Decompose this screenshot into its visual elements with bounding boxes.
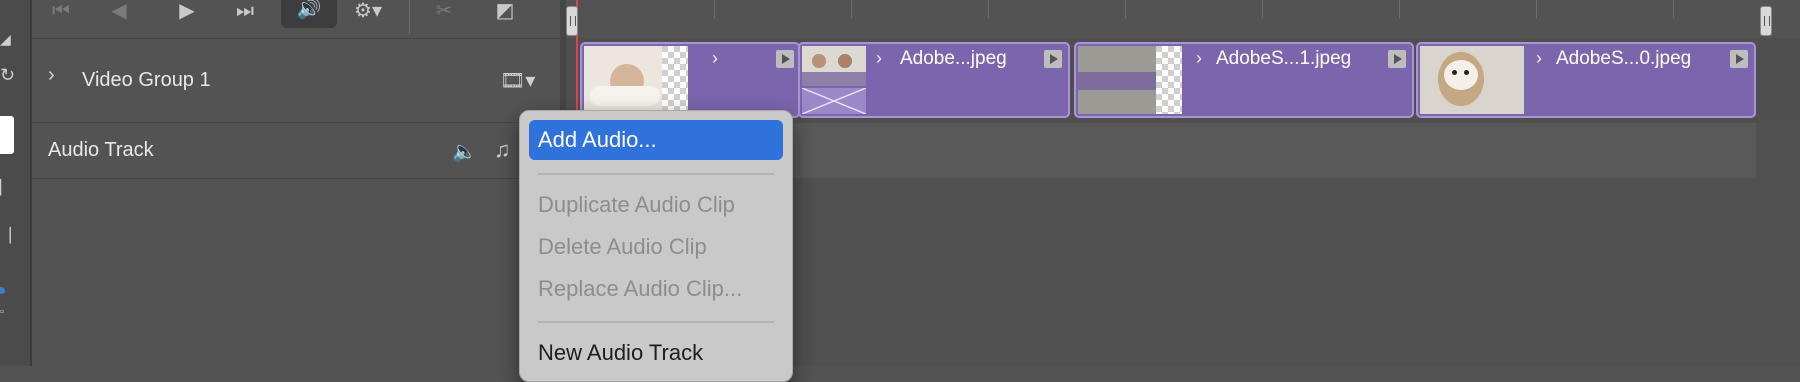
menu-item-delete-audio-clip[interactable]: Delete Audio Clip: [529, 227, 783, 267]
row-divider: [32, 178, 562, 179]
scissors-icon[interactable]: ✂: [424, 0, 464, 28]
menu-separator: [538, 173, 774, 175]
clip-menu-icon[interactable]: [1388, 50, 1406, 68]
menu-item-duplicate-audio-clip[interactable]: Duplicate Audio Clip: [529, 185, 783, 225]
clip-menu-icon[interactable]: [1044, 50, 1062, 68]
transport-divider: [409, 0, 410, 34]
color-swatch[interactable]: [0, 116, 14, 154]
ruler-tick: [851, 0, 852, 18]
clip-thumbnail: [1420, 46, 1524, 114]
chevron-right-icon[interactable]: ›: [712, 48, 718, 69]
ruler-tick: [1262, 0, 1263, 18]
tool-bar-icon[interactable]: ▏: [0, 180, 14, 194]
audio-track-row[interactable]: Audio Track 🔈 ♫: [32, 123, 562, 178]
audio-context-menu: Add Audio... Duplicate Audio Clip Delete…: [519, 110, 793, 382]
ruler-tick: [1536, 0, 1537, 18]
work-area-start-handle[interactable]: [566, 6, 578, 36]
chevron-right-icon[interactable]: ›: [1536, 48, 1542, 69]
tool-corner-icon[interactable]: ◢: [0, 32, 14, 46]
film-strip-icon[interactable]: 🎞▾: [500, 68, 535, 93]
clip-thumbnail: [802, 46, 866, 86]
video-clip[interactable]: › AdobeS...0.jpeg: [1416, 42, 1756, 118]
audio-track-label: Audio Track: [48, 139, 154, 161]
video-group-row[interactable]: › Video Group 1 🎞▾: [32, 38, 562, 122]
ruler-tick: [1673, 0, 1674, 18]
clip-thumbnail: [584, 46, 688, 114]
transition-marker[interactable]: [801, 87, 867, 115]
menu-item-new-audio-track[interactable]: New Audio Track: [529, 333, 783, 373]
menu-item-replace-audio-clip[interactable]: Replace Audio Clip...: [529, 269, 783, 309]
video-clip[interactable]: › Adobe...jpeg: [798, 42, 1070, 118]
ruler-tick: [714, 0, 715, 18]
chevron-right-icon[interactable]: ›: [48, 64, 55, 87]
tools-panel: ◢ ↻ ▏ ▕ ▫: [0, 0, 32, 366]
video-clip[interactable]: › AdobeS...1.jpeg: [1074, 42, 1414, 118]
gear-icon[interactable]: ⚙▾: [350, 0, 386, 28]
video-group-label: Video Group 1: [82, 69, 211, 91]
ruler-tick: [1125, 0, 1126, 18]
clip-name: Adobe...jpeg: [900, 48, 1007, 69]
timeline-transport-bar: ⏮ ◀ ▶ ⏭ 🔊 ⚙▾ ✂ ◩: [32, 0, 562, 38]
go-to-first-frame-icon[interactable]: ⏮: [46, 0, 76, 28]
clip-name: AdobeS...1.jpeg: [1216, 48, 1352, 69]
clip-menu-icon[interactable]: [1730, 50, 1748, 68]
menu-separator: [538, 321, 774, 323]
play-icon[interactable]: ▶: [172, 0, 202, 28]
tool-bracket-icon[interactable]: ▕: [0, 228, 14, 242]
clip-name: AdobeS...0.jpeg: [1556, 48, 1692, 69]
menu-item-add-audio[interactable]: Add Audio...: [529, 120, 783, 160]
next-frame-icon[interactable]: ⏭: [230, 0, 260, 28]
clip-thumbnail: [1078, 46, 1182, 114]
quick-mask-indicator[interactable]: [0, 287, 5, 294]
work-area-end-handle[interactable]: [1760, 6, 1772, 36]
mute-speaker-icon[interactable]: 🔈: [452, 139, 477, 164]
rotate-icon[interactable]: ↻: [0, 66, 15, 84]
ruler-tick: [988, 0, 989, 18]
clip-menu-icon[interactable]: [776, 50, 794, 68]
chevron-right-icon[interactable]: ›: [876, 48, 882, 69]
screen-mode-icon[interactable]: ▫: [0, 305, 14, 319]
chevron-right-icon[interactable]: ›: [1196, 48, 1202, 69]
previous-frame-icon[interactable]: ◀: [104, 0, 134, 28]
track-list-panel: › Video Group 1 🎞▾ Audio Track 🔈 ♫: [32, 38, 562, 366]
time-ruler[interactable]: [566, 0, 1800, 39]
transition-icon[interactable]: ◩: [490, 0, 520, 28]
video-clip[interactable]: ›: [580, 42, 800, 118]
ruler-tick: [1399, 0, 1400, 18]
audio-speaker-icon[interactable]: 🔊: [281, 0, 337, 28]
music-note-icon[interactable]: ♫: [494, 137, 511, 163]
